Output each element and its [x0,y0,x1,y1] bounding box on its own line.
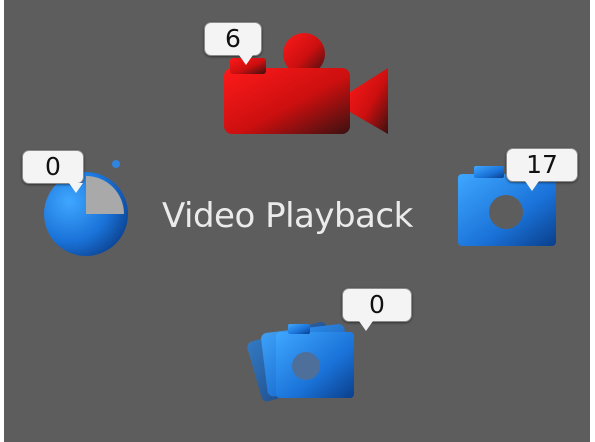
video-count-badge: 6 [204,22,262,65]
timer-count: 0 [45,152,61,181]
camera-mode-button[interactable]: 17 [452,144,582,254]
video-mode-button[interactable]: 6 [204,20,396,140]
timer-count-badge: 0 [22,150,84,193]
burst-count-badge: 0 [342,288,412,331]
timer-mode-button[interactable]: 0 [18,146,148,266]
camera-count: 17 [526,150,558,179]
mode-dial: Video Playback 6 0 17 0 [4,0,590,442]
video-count: 6 [225,24,241,53]
burst-count: 0 [369,290,385,319]
camera-count-badge: 17 [506,148,578,191]
current-mode-label: Video Playback [162,196,413,236]
burst-mode-button[interactable]: 0 [236,288,416,406]
